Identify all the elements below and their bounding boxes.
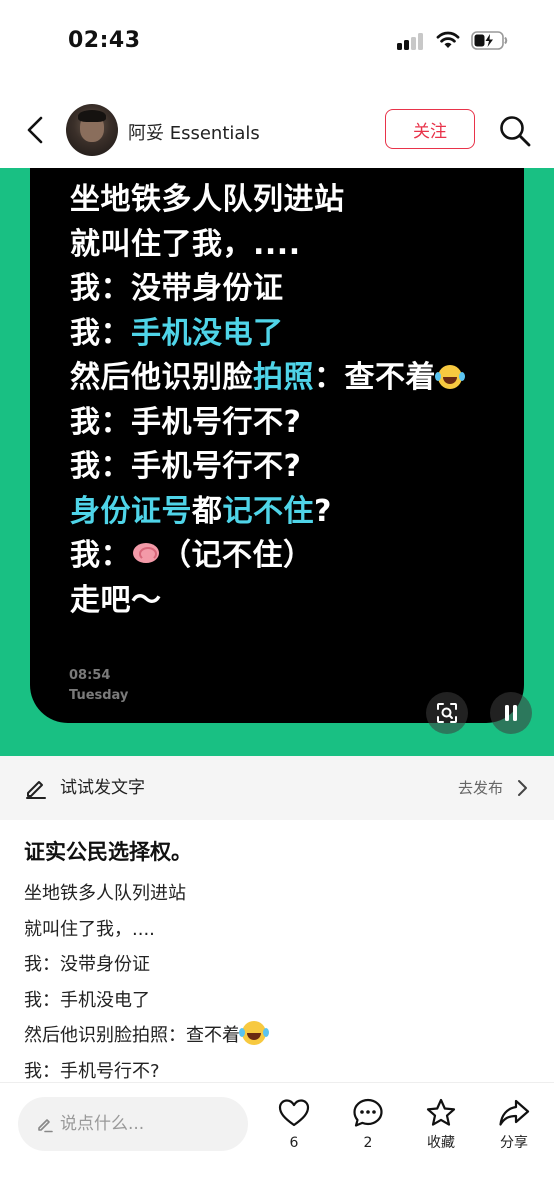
- post-title: 证实公民选择权。: [24, 840, 192, 864]
- author-name[interactable]: 阿妥 Essentials: [128, 119, 260, 145]
- note-line: 我：手机没电了: [70, 315, 284, 351]
- post-body: 坐地铁多人队列进站 就叫住了我，.... 我：没带身份证 我：手机没电了 然后他…: [24, 876, 266, 1089]
- pen-icon: [38, 1119, 53, 1133]
- note-line: 我：没带身份证: [70, 271, 284, 306]
- comment-icon: [353, 1098, 383, 1127]
- like-count: 6: [289, 1135, 299, 1151]
- pause-icon: [505, 705, 517, 721]
- post-line: 然后他识别脸拍照：查不着: [24, 1018, 266, 1054]
- bottom-action-bar: 说点什么... 6 2 收藏 分享: [0, 1082, 554, 1200]
- like-button[interactable]: 6: [264, 1097, 324, 1157]
- collect-button[interactable]: 收藏: [411, 1097, 471, 1157]
- note-text: 坐地铁多人队列进站 就叫住了我，.... 我：没带身份证 我：手机没电了然后他识别脸拍…: [70, 178, 462, 623]
- brain-emoji-icon: [133, 543, 159, 563]
- note-line: 走吧～: [70, 582, 162, 618]
- follow-button[interactable]: 关注: [385, 109, 475, 149]
- note-line: 就叫住了我，....: [70, 226, 301, 262]
- share-label: 分享: [500, 1135, 528, 1151]
- publish-link[interactable]: 去发布: [458, 777, 503, 799]
- image-scan-button[interactable]: [426, 692, 468, 734]
- collect-label: 收藏: [427, 1135, 455, 1151]
- note-line: 坐地铁多人队列进站: [70, 182, 345, 217]
- try-text-bar[interactable]: 试试发文字 去发布: [0, 756, 554, 820]
- status-time: 02:43: [68, 28, 141, 53]
- post-header: 阿妥 Essentials 关注: [0, 92, 554, 168]
- note-screenshot: 坐地铁多人队列进站 就叫住了我，.... 我：没带身份证 我：手机没电了然后他识别脸拍…: [30, 168, 524, 723]
- laughing-emoji-icon: [239, 1021, 266, 1045]
- wifi-icon: [435, 30, 461, 50]
- author-avatar[interactable]: [66, 104, 118, 156]
- post-line: 就叫住了我，....: [24, 918, 155, 940]
- back-icon: [27, 116, 43, 144]
- share-icon: [499, 1099, 530, 1126]
- laughing-emoji-icon: [435, 365, 462, 389]
- note-time: 08:54: [69, 668, 111, 683]
- search-button[interactable]: [498, 114, 532, 148]
- try-text-label: 试试发文字: [60, 778, 145, 798]
- signal-icon: [397, 32, 425, 50]
- comment-input[interactable]: 说点什么...: [18, 1097, 248, 1151]
- note-line: 我：手机号行不?: [70, 449, 302, 484]
- note-line: 身份证号都记不住?: [70, 493, 332, 529]
- comment-placeholder: 说点什么...: [60, 1114, 145, 1134]
- battery-icon: [471, 31, 509, 50]
- post-line: 坐地铁多人队列进站: [24, 883, 186, 904]
- search-icon: [500, 116, 531, 147]
- share-button[interactable]: 分享: [484, 1097, 544, 1157]
- note-line: 我： （记不住）: [70, 538, 314, 573]
- note-line: 我：手机号行不?: [70, 404, 302, 440]
- status-bar: 02:43: [0, 0, 554, 82]
- post-media[interactable]: 坐地铁多人队列进站 就叫住了我，.... 我：没带身份证 我：手机没电了然后他识别脸拍…: [0, 168, 554, 756]
- star-icon: [426, 1098, 456, 1126]
- note-timestamp: 08:54 Tuesday: [69, 666, 128, 706]
- scan-icon: [437, 703, 457, 723]
- post-line: 我：没带身份证: [24, 954, 150, 975]
- chevron-right-icon: [518, 780, 527, 796]
- heart-icon: [278, 1099, 310, 1127]
- note-day: Tuesday: [69, 688, 129, 703]
- post-line: 我：手机没电了: [24, 989, 150, 1011]
- comment-button[interactable]: 2: [338, 1097, 398, 1157]
- edit-icon: [26, 781, 46, 799]
- pause-button[interactable]: [490, 692, 532, 734]
- comment-count: 2: [363, 1135, 373, 1151]
- back-button[interactable]: [18, 110, 52, 150]
- note-line: 然后他识别脸拍照：查不着: [70, 356, 462, 401]
